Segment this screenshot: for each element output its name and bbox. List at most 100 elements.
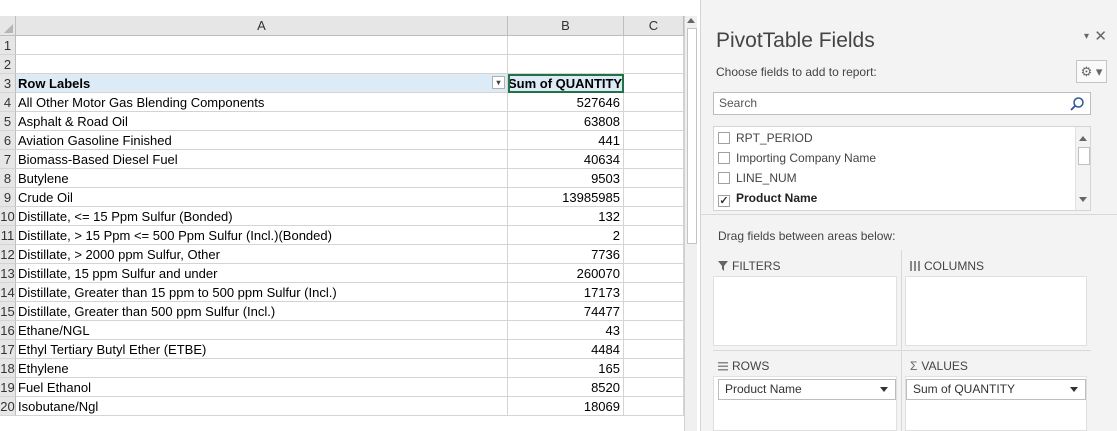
row-number[interactable]: 8: [0, 169, 16, 188]
close-icon[interactable]: ✕: [1094, 27, 1107, 45]
cell-a[interactable]: Distillate, > 2000 ppm Sulfur, Other: [16, 245, 508, 264]
row-number[interactable]: 12: [0, 245, 16, 264]
row-number[interactable]: 5: [0, 112, 16, 131]
field-item[interactable]: LINE_NUM: [718, 171, 797, 191]
cell-a[interactable]: [16, 55, 508, 74]
cell-c[interactable]: [624, 188, 684, 207]
scroll-up-arrow-icon[interactable]: [1079, 136, 1087, 141]
field-item[interactable]: ✓ Product Name: [718, 191, 817, 210]
cell-c[interactable]: [624, 264, 684, 283]
cell-b[interactable]: 8520: [508, 378, 624, 397]
cell-a[interactable]: All Other Motor Gas Blending Components: [16, 93, 508, 112]
cell-c[interactable]: [624, 302, 684, 321]
scrollbar-thumb[interactable]: [1078, 147, 1090, 165]
cell-a[interactable]: Biomass-Based Diesel Fuel: [16, 150, 508, 169]
cell-b[interactable]: 7736: [508, 245, 624, 264]
sheet-vertical-scrollbar[interactable]: [684, 16, 697, 431]
cell-c[interactable]: [624, 131, 684, 150]
field-item[interactable]: Importing Company Name: [718, 151, 876, 171]
cell-b[interactable]: 43: [508, 321, 624, 340]
field-list-scrollbar[interactable]: [1075, 127, 1090, 210]
cell-c[interactable]: [624, 93, 684, 112]
row-number[interactable]: 13: [0, 264, 16, 283]
cell-b[interactable]: 74477: [508, 302, 624, 321]
cell-a[interactable]: Isobutane/Ngl: [16, 397, 508, 416]
column-header-b[interactable]: B: [508, 16, 624, 36]
cell-b[interactable]: Sum of QUANTITY: [508, 74, 624, 93]
cell-a[interactable]: Crude Oil: [16, 188, 508, 207]
settings-gear-button[interactable]: ⚙ ▾: [1076, 60, 1107, 83]
row-number[interactable]: 9: [0, 188, 16, 207]
cell-a[interactable]: Distillate, 15 ppm Sulfur and under: [16, 264, 508, 283]
row-number[interactable]: 15: [0, 302, 16, 321]
checkbox-icon[interactable]: [718, 132, 730, 144]
row-number[interactable]: 6: [0, 131, 16, 150]
row-number[interactable]: 17: [0, 340, 16, 359]
search-icon[interactable]: [1069, 96, 1085, 112]
row-number[interactable]: 4: [0, 93, 16, 112]
row-number[interactable]: 7: [0, 150, 16, 169]
cell-a[interactable]: [16, 36, 508, 55]
cell-b[interactable]: [508, 36, 624, 55]
cell-a[interactable]: Ethylene: [16, 359, 508, 378]
cell-b[interactable]: 18069: [508, 397, 624, 416]
row-number[interactable]: 11: [0, 226, 16, 245]
checkbox-icon[interactable]: [718, 152, 730, 164]
cell-b[interactable]: 132: [508, 207, 624, 226]
cell-a[interactable]: Distillate, Greater than 15 ppm to 500 p…: [16, 283, 508, 302]
row-number[interactable]: 19: [0, 378, 16, 397]
cell-c[interactable]: [624, 36, 684, 55]
cell-b[interactable]: [508, 55, 624, 74]
checked-checkbox-icon[interactable]: ✓: [718, 195, 730, 207]
row-number[interactable]: 14: [0, 283, 16, 302]
dropdown-arrow-icon[interactable]: [1070, 387, 1078, 392]
row-number[interactable]: 2: [0, 55, 16, 74]
row-number[interactable]: 20: [0, 397, 16, 416]
cell-b[interactable]: 165: [508, 359, 624, 378]
cell-a[interactable]: Ethane/NGL: [16, 321, 508, 340]
cell-c[interactable]: [624, 112, 684, 131]
cell-c[interactable]: [624, 397, 684, 416]
cell-a[interactable]: Fuel Ethanol: [16, 378, 508, 397]
cell-c[interactable]: [624, 378, 684, 397]
panel-menu-icon[interactable]: ▾: [1084, 31, 1089, 42]
field-search-input[interactable]: Search: [713, 92, 1091, 115]
cell-c[interactable]: [624, 150, 684, 169]
cell-c[interactable]: [624, 74, 684, 93]
cell-c[interactable]: [624, 321, 684, 340]
cell-b[interactable]: 2: [508, 226, 624, 245]
cell-a[interactable]: Distillate, <= 15 Ppm Sulfur (Bonded): [16, 207, 508, 226]
scroll-down-arrow-icon[interactable]: [1079, 197, 1087, 202]
rows-field-dropdown[interactable]: Product Name: [718, 379, 896, 400]
cell-b[interactable]: 40634: [508, 150, 624, 169]
row-number[interactable]: 18: [0, 359, 16, 378]
cell-b[interactable]: 63808: [508, 112, 624, 131]
cell-a[interactable]: Row Labels ▾: [16, 74, 508, 93]
cell-a[interactable]: Butylene: [16, 169, 508, 188]
select-all-corner[interactable]: [0, 16, 16, 36]
row-number[interactable]: 1: [0, 36, 16, 55]
row-number[interactable]: 10: [0, 207, 16, 226]
cell-c[interactable]: [624, 359, 684, 378]
cell-a[interactable]: Ethyl Tertiary Butyl Ether (ETBE): [16, 340, 508, 359]
cell-a[interactable]: Distillate, > 15 Ppm <= 500 Ppm Sulfur (…: [16, 226, 508, 245]
column-header-a[interactable]: A: [16, 16, 508, 36]
row-number[interactable]: 16: [0, 321, 16, 340]
cell-b[interactable]: 4484: [508, 340, 624, 359]
cell-a[interactable]: Aviation Gasoline Finished: [16, 131, 508, 150]
filters-drop-zone[interactable]: [713, 276, 897, 346]
checkbox-icon[interactable]: [718, 172, 730, 184]
cell-c[interactable]: [624, 226, 684, 245]
scroll-up-arrow-icon[interactable]: [687, 18, 695, 23]
column-header-c[interactable]: C: [624, 16, 684, 36]
cell-c[interactable]: [624, 283, 684, 302]
cell-b[interactable]: 17173: [508, 283, 624, 302]
row-number[interactable]: 3: [0, 74, 16, 93]
cell-c[interactable]: [624, 169, 684, 188]
cell-c[interactable]: [624, 340, 684, 359]
cell-c[interactable]: [624, 207, 684, 226]
columns-drop-zone[interactable]: [905, 276, 1087, 346]
cell-b[interactable]: 260070: [508, 264, 624, 283]
values-field-dropdown[interactable]: Sum of QUANTITY: [906, 379, 1086, 400]
field-item[interactable]: RPT_PERIOD: [718, 131, 813, 151]
